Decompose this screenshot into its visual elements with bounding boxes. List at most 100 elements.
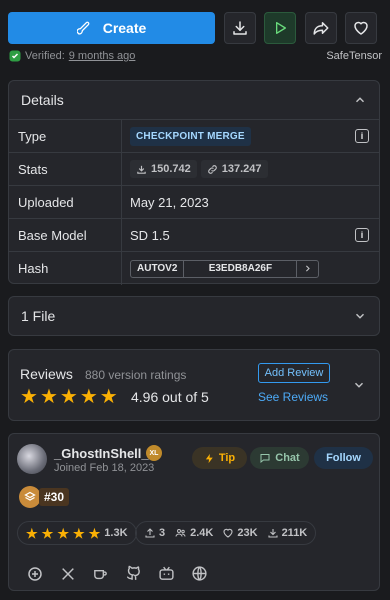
- details-row-type: Type CHECKPOINT MERGE i: [9, 120, 379, 153]
- chevron-right-icon[interactable]: [296, 260, 318, 277]
- share-icon: [312, 19, 330, 37]
- create-label: Create: [102, 20, 147, 36]
- hash-box[interactable]: AUTOV2 E3EDB8A26F: [130, 259, 320, 278]
- creator-card: _GhostInShell_ XL Joined Feb 18, 2023 Ti…: [8, 433, 380, 591]
- download-count: 150.742: [151, 163, 191, 175]
- details-row-stats: Stats 150.742 137.247: [9, 153, 379, 186]
- star-icon: ★: [26, 525, 38, 541]
- followers-stat: 2.4K: [174, 527, 213, 539]
- heart-icon: [352, 19, 370, 37]
- creator-name[interactable]: _GhostInShell_: [54, 446, 149, 461]
- rating-stars: ★ ★ ★ ★ ★: [20, 387, 118, 407]
- star-icon: ★: [99, 386, 118, 408]
- file-format-label: SafeTensor: [326, 50, 382, 62]
- follow-label: Follow: [326, 452, 361, 464]
- create-button[interactable]: Create: [8, 12, 215, 44]
- download-icon: [267, 527, 279, 539]
- row-label: Base Model: [9, 219, 122, 251]
- hash-type[interactable]: AUTOV2: [131, 260, 185, 277]
- bolt-icon: [204, 453, 215, 464]
- generation-count-badge: 137.247: [200, 160, 268, 178]
- uploads-count: 3: [159, 527, 166, 539]
- rank-icon: [19, 486, 41, 508]
- avatar[interactable]: [17, 444, 47, 474]
- upload-date: May 21, 2023: [130, 194, 209, 210]
- base-model-value: SD 1.5: [130, 227, 170, 243]
- chevron-down-icon[interactable]: [352, 378, 366, 392]
- chat-button[interactable]: Chat: [250, 447, 309, 469]
- verified-label: Verified:: [25, 50, 65, 62]
- chevron-down-icon[interactable]: [353, 309, 367, 323]
- download-count-badge: 150.742: [130, 160, 197, 178]
- download-button[interactable]: [224, 12, 256, 44]
- details-row-base-model: Base Model SD 1.5 i: [9, 219, 379, 252]
- heart-icon: [222, 527, 234, 539]
- star-icon: ★: [59, 386, 78, 408]
- bilibili-icon[interactable]: [155, 562, 178, 585]
- hash-value[interactable]: E3EDB8A26F: [184, 261, 296, 277]
- verified-date-link[interactable]: 9 months ago: [69, 50, 136, 62]
- details-row-uploaded: Uploaded May 21, 2023: [9, 186, 379, 219]
- follow-button[interactable]: Follow: [314, 447, 373, 469]
- brush-icon: [76, 20, 93, 36]
- details-row-hash: Hash AUTOV2 E3EDB8A26F: [9, 252, 379, 285]
- download-icon: [231, 19, 249, 37]
- generation-count: 137.247: [221, 163, 262, 175]
- info-icon[interactable]: i: [355, 228, 369, 242]
- joined-date: Joined Feb 18, 2023: [54, 462, 155, 474]
- verified-status: Verified: 9 months ago: [9, 50, 135, 62]
- civitai-link-icon[interactable]: [23, 562, 46, 585]
- users-icon: [174, 527, 187, 539]
- creator-stats-pill: 3 2.4K 23K 211K: [135, 521, 317, 545]
- rating-count: 1.3K: [104, 527, 128, 539]
- details-table: Type CHECKPOINT MERGE i Stats 150.742 13…: [9, 119, 379, 285]
- share-button[interactable]: [305, 12, 337, 44]
- x-twitter-icon[interactable]: [56, 562, 79, 585]
- link-icon: [207, 164, 218, 175]
- followers-count: 2.4K: [190, 527, 214, 539]
- add-review-button[interactable]: Add Review: [258, 363, 330, 383]
- social-links: [23, 562, 211, 585]
- files-accordion[interactable]: 1 File: [8, 296, 380, 336]
- star-icon: ★: [39, 386, 58, 408]
- row-label: Type: [9, 120, 122, 152]
- reviews-card: Reviews 880 version ratings ★ ★ ★ ★ ★ 4.…: [8, 349, 380, 421]
- see-reviews-link[interactable]: See Reviews: [258, 390, 328, 404]
- row-label: Stats: [9, 153, 122, 185]
- creator-rating-pill: ★ ★ ★ ★ ★ 1.3K: [17, 521, 137, 545]
- globe-icon[interactable]: [188, 562, 211, 585]
- star-icon: ★: [72, 525, 85, 541]
- tip-label: Tip: [218, 452, 236, 464]
- reviews-count: 880 version ratings: [85, 368, 187, 382]
- chat-icon: [259, 452, 271, 464]
- files-label: 1 File: [21, 308, 56, 324]
- rank-badge: #30: [39, 488, 70, 506]
- verified-icon: [9, 50, 21, 62]
- chat-label: Chat: [275, 452, 300, 464]
- details-header[interactable]: Details: [9, 81, 379, 119]
- uploads-stat: 3: [144, 527, 165, 539]
- details-title: Details: [21, 92, 64, 108]
- run-button[interactable]: [264, 12, 296, 44]
- chevron-up-icon[interactable]: [353, 93, 367, 107]
- download-icon: [136, 164, 147, 175]
- row-label: Uploaded: [9, 186, 122, 218]
- star-icon: ★: [20, 386, 38, 408]
- star-icon: ★: [57, 525, 69, 541]
- upload-icon: [144, 527, 156, 539]
- like-button[interactable]: [345, 12, 377, 44]
- play-icon: [272, 20, 288, 36]
- level-badge: XL: [146, 445, 162, 461]
- downloads-count: 211K: [281, 527, 308, 539]
- rating-score: 4.96 out of 5: [131, 389, 209, 405]
- star-icon: ★: [41, 525, 54, 541]
- star-icon: ★: [88, 525, 101, 541]
- favorites-count: 23K: [237, 527, 258, 539]
- model-type-badge[interactable]: CHECKPOINT MERGE: [130, 126, 251, 146]
- tip-button[interactable]: Tip: [192, 447, 247, 469]
- info-icon[interactable]: i: [355, 129, 369, 143]
- downloads-stat: 211K: [267, 527, 308, 539]
- github-icon[interactable]: [122, 562, 145, 585]
- star-icon: ★: [79, 386, 98, 408]
- coffee-icon[interactable]: [89, 562, 112, 585]
